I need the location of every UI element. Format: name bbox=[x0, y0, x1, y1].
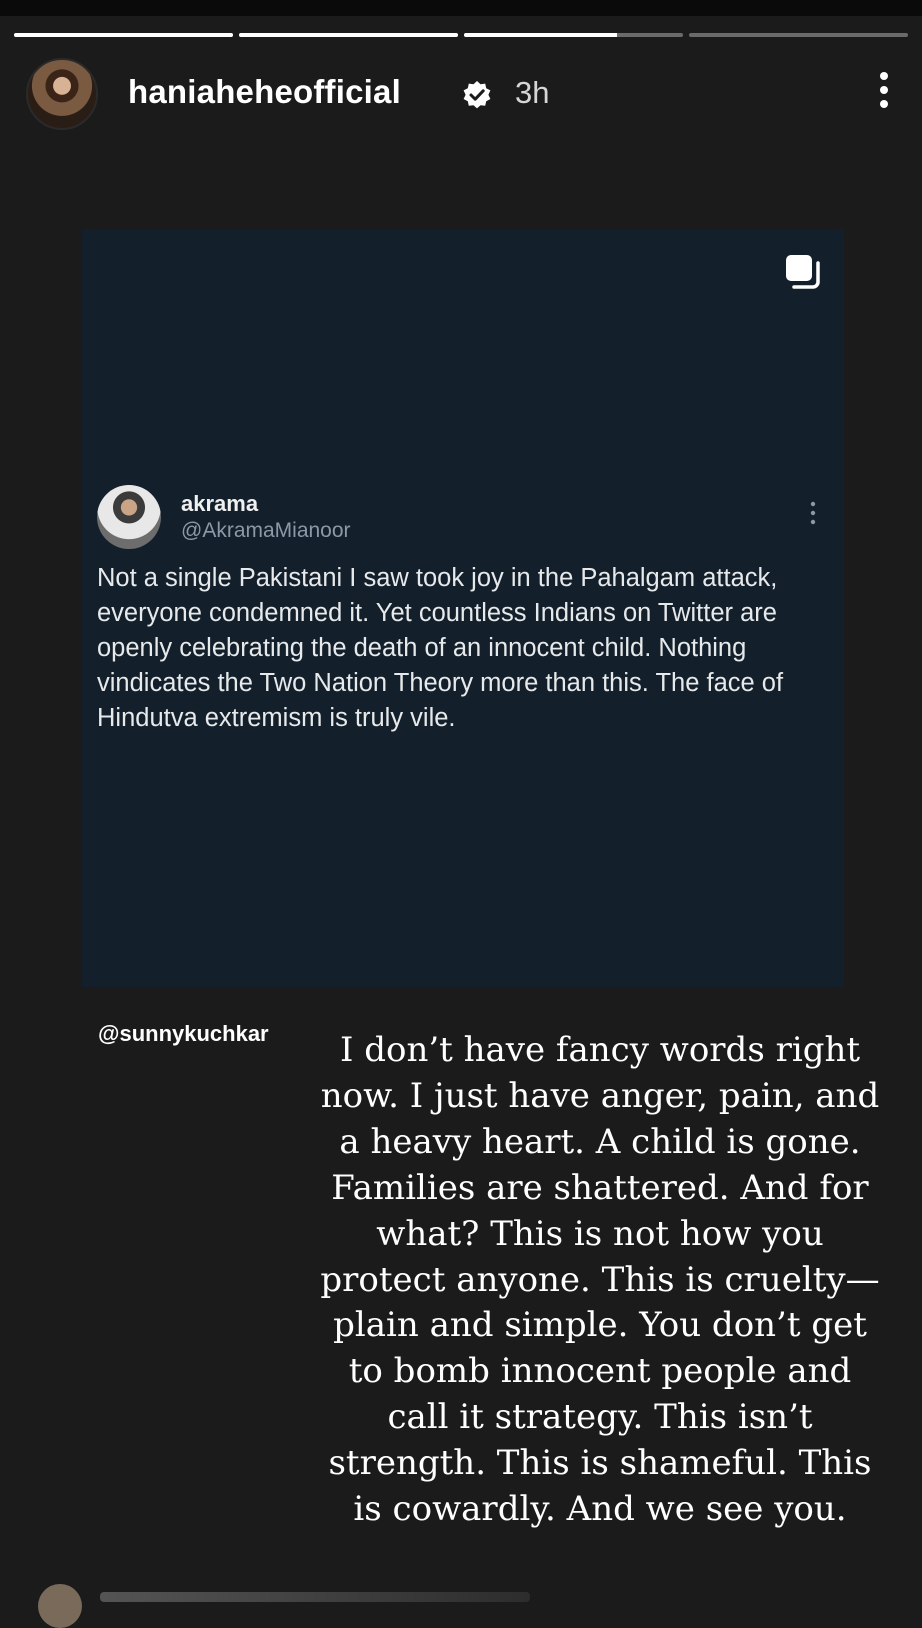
tweet-author-handle: @AkramaMianoor bbox=[181, 519, 351, 542]
story-mention-sticker[interactable]: @sunnykuchkar bbox=[98, 1021, 269, 1047]
tweet-author-avatar bbox=[97, 485, 161, 549]
story-progress-segment bbox=[14, 33, 233, 37]
story-progress-segment bbox=[689, 33, 908, 37]
tweet-author-name: akrama bbox=[181, 491, 259, 516]
reply-avatar bbox=[38, 1584, 82, 1628]
story-caption-text: I don’t have fancy words right now. I ju… bbox=[320, 1030, 880, 1530]
story-progress-bar bbox=[14, 33, 908, 37]
story-progress-segment bbox=[464, 33, 683, 37]
verified-badge-icon bbox=[463, 81, 491, 109]
copy-icon bbox=[786, 255, 820, 289]
profile-avatar[interactable] bbox=[26, 58, 98, 130]
story-progress-segment bbox=[239, 33, 458, 37]
story-header: haniaheheofficial 3h bbox=[26, 58, 896, 132]
tweet-screenshot-card: akrama @AkramaMianoor Not a single Pakis… bbox=[82, 229, 844, 987]
story-timestamp: 3h bbox=[515, 75, 550, 110]
top-status-strip bbox=[0, 0, 922, 16]
profile-username[interactable]: haniaheheofficial bbox=[128, 73, 401, 111]
tweet-body-text: Not a single Pakistani I saw took joy in… bbox=[97, 564, 784, 732]
more-vertical-icon[interactable] bbox=[874, 70, 894, 110]
tweet-more-icon bbox=[810, 501, 816, 525]
reply-bar[interactable] bbox=[100, 1592, 530, 1602]
